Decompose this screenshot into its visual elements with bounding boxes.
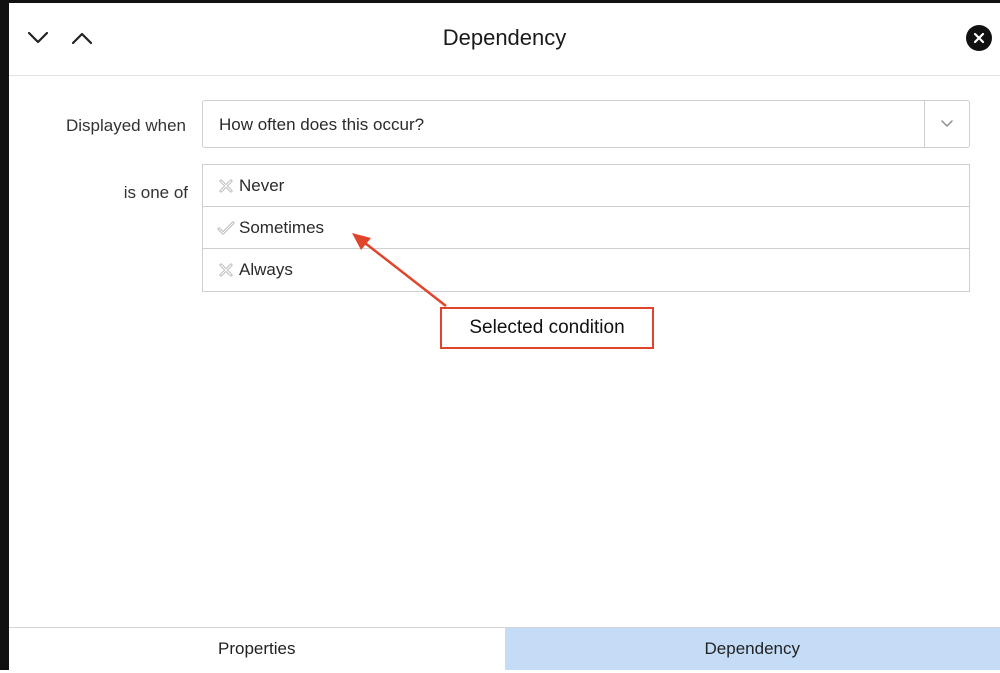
chevron-down-icon: [941, 120, 953, 128]
question-select-value: How often does this occur?: [219, 115, 424, 135]
bottom-tabs: Properties Dependency: [9, 627, 1000, 670]
option-never[interactable]: Never: [203, 165, 969, 207]
tab-properties[interactable]: Properties: [9, 628, 505, 670]
select-dropdown-toggle[interactable]: [924, 101, 969, 147]
option-always[interactable]: Always: [203, 249, 969, 291]
dependency-window: Dependency Displayed when How often does…: [0, 0, 1000, 670]
displayed-when-label: Displayed when: [39, 116, 186, 136]
condition-options-list: Never Sometimes Always: [202, 164, 970, 292]
option-sometimes[interactable]: Sometimes: [203, 207, 969, 249]
tab-dependency[interactable]: Dependency: [505, 628, 1000, 670]
option-label: Never: [239, 176, 284, 196]
x-icon: [217, 177, 235, 195]
option-label: Always: [239, 260, 293, 280]
is-one-of-label: is one of: [39, 183, 188, 203]
question-select[interactable]: How often does this occur?: [202, 100, 970, 148]
close-icon: [973, 32, 985, 44]
title-bar: Dependency: [9, 3, 1000, 76]
x-icon: [217, 261, 235, 279]
window-title: Dependency: [9, 25, 1000, 51]
close-button[interactable]: [966, 25, 992, 51]
check-icon: [217, 219, 235, 237]
option-label: Sometimes: [239, 218, 324, 238]
annotation-callout: Selected condition: [440, 307, 654, 349]
